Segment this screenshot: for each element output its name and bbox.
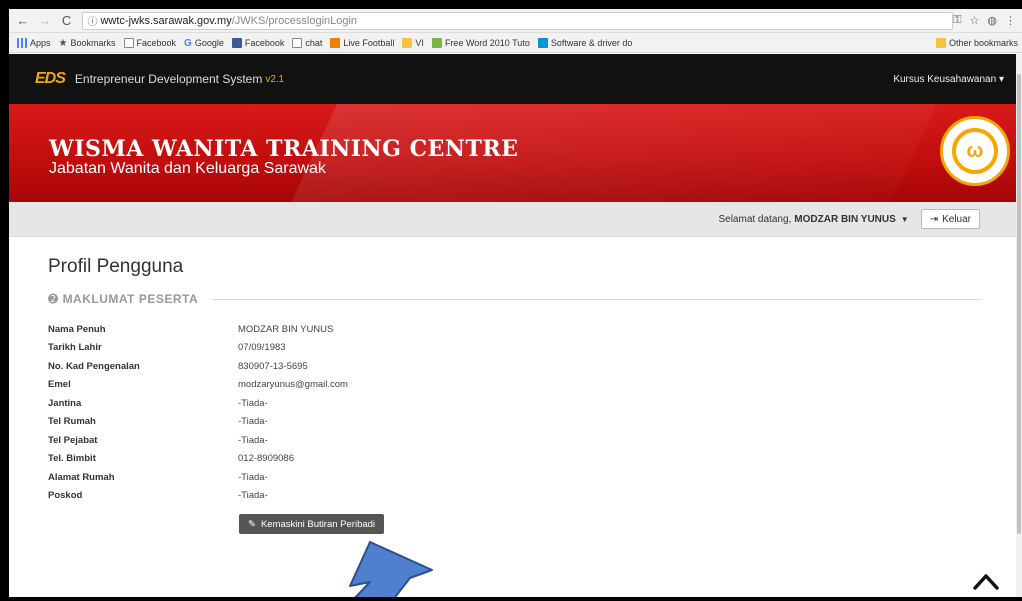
google-icon: G: [184, 37, 192, 49]
apps-icon: [17, 37, 27, 48]
bookmark-live-football[interactable]: Live Football: [330, 37, 394, 48]
scrollbar-thumb[interactable]: [1017, 74, 1021, 534]
screenshot-frame-left: [0, 0, 9, 601]
page-scrollbar[interactable]: [1016, 54, 1022, 597]
brand-name[interactable]: Entrepreneur Development System: [75, 72, 262, 86]
banner-title: WISMA WANITA TRAINING CENTRE: [49, 136, 519, 162]
bookmark-free-word[interactable]: Free Word 2010 Tuto: [431, 37, 530, 48]
edit-icon: ✎: [248, 518, 256, 530]
profile-details: Nama Penuh MODZAR BIN YUNUS Tarikh Lahir 0…: [48, 320, 548, 505]
detail-row: Alamat Rumah -Tiada-: [48, 471, 268, 483]
bookmark-chat[interactable]: chat: [292, 37, 322, 48]
bookmark-facebook-page[interactable]: Facebook: [123, 37, 176, 48]
update-profile-button[interactable]: ✎ Kemaskini Butiran Peribadi: [239, 514, 385, 534]
screenshot-frame-top: [0, 0, 1022, 9]
caret-down-icon: ▾: [996, 73, 1004, 85]
hp-icon: [537, 37, 548, 48]
folder-icon: [935, 37, 946, 48]
other-bookmarks[interactable]: Other bookmarks: [935, 37, 1018, 48]
bookmark-google[interactable]: G Google: [184, 37, 224, 49]
page-title: Profil Pengguna: [48, 256, 184, 277]
folder-icon: [402, 37, 413, 48]
bookmark-facebook[interactable]: Facebook: [231, 37, 284, 48]
annotation-arrow-icon: [349, 541, 433, 601]
page-icon: [123, 37, 134, 48]
detail-row: Tel Rumah -Tiada-: [48, 416, 268, 428]
detail-row: Tel Pejabat -Tiada-: [48, 434, 268, 446]
logout-button[interactable]: ⇥ Keluar: [920, 209, 980, 229]
wwtc-emblem: ω: [940, 116, 1010, 186]
browser-address-bar: ← → C ⓘ wwtc-jwks.sarawak.gov.my/JWKS/pr…: [9, 9, 1022, 33]
section-label: ➋ MAKLUMAT PESERTA: [48, 292, 199, 306]
blogger-icon: [330, 37, 341, 48]
bookmarks-bar: Apps ★ Bookmarks Facebook G Google Faceboo…: [9, 33, 1022, 53]
globe-icon: [431, 37, 442, 48]
forward-arrow-icon[interactable]: →: [37, 13, 53, 28]
welcome-bar: Selamat datang, MODZAR BIN YUNUS ▼ ⇥ Kel…: [9, 202, 1022, 237]
extension-icon[interactable]: ◍: [987, 14, 997, 27]
screenshot-frame-bottom: [0, 597, 1022, 601]
site-navbar: EDS Entrepreneur Development System v2.1…: [9, 54, 1022, 104]
detail-row: Tel. Bimbit 012-8909086: [48, 453, 294, 465]
detail-row: Emel modzaryunus@gmail.com: [48, 379, 348, 391]
url-path: /JWKS/processloginLogin: [231, 14, 358, 27]
emblem-icon: ω: [952, 128, 998, 174]
facebook-icon: [231, 37, 242, 48]
scroll-to-top-icon[interactable]: [970, 568, 1002, 594]
bookmark-software-driver[interactable]: Software & driver do: [537, 37, 632, 48]
bookmark-bookmarks[interactable]: ★ Bookmarks: [58, 37, 116, 49]
kursus-menu[interactable]: Kursus Keusahawanan ▾: [893, 74, 1004, 85]
sign-out-icon: ⇥: [929, 213, 939, 225]
page-icon: [292, 37, 303, 48]
bookmark-vi[interactable]: VI: [402, 37, 424, 48]
caret-down-icon[interactable]: ▼: [901, 215, 909, 224]
section-divider: [212, 298, 982, 300]
detail-row: Nama Penuh MODZAR BIN YUNUS: [48, 323, 334, 335]
star-icon: ★: [58, 37, 68, 49]
detail-row: No. Kad Pengenalan 830907-13-5695: [48, 360, 308, 372]
key-icon[interactable]: ⚿: [953, 14, 961, 27]
header-banner: WISMA WANITA TRAINING CENTRE Jabatan Wan…: [9, 104, 1022, 202]
reload-icon[interactable]: C: [59, 13, 75, 28]
eds-logo[interactable]: EDS: [35, 70, 66, 88]
url-input[interactable]: ⓘ wwtc-jwks.sarawak.gov.my/JWKS/processl…: [82, 11, 954, 30]
detail-row: Tarikh Lahir 07/09/1983: [48, 342, 286, 354]
circle-arrow-icon: ➋: [48, 292, 59, 306]
brand-version: v2.1: [265, 73, 285, 85]
bookmark-apps[interactable]: Apps: [17, 37, 51, 48]
url-host: wwtc-jwks.sarawak.gov.my: [100, 14, 232, 27]
detail-row: Jantina -Tiada-: [48, 397, 268, 409]
menu-dots-icon[interactable]: ⋮: [1005, 14, 1016, 27]
user-menu[interactable]: MODZAR BIN YUNUS: [794, 214, 895, 225]
detail-row: Poskod -Tiada-: [48, 490, 268, 502]
bookmark-star-icon[interactable]: ☆: [970, 14, 980, 27]
back-arrow-icon[interactable]: ←: [15, 13, 31, 28]
info-icon[interactable]: ⓘ: [87, 13, 97, 28]
banner-subtitle: Jabatan Wanita dan Keluarga Sarawak: [49, 160, 326, 177]
welcome-greeting: Selamat datang,: [718, 213, 792, 225]
section-header: ➋ MAKLUMAT PESERTA: [48, 292, 982, 306]
